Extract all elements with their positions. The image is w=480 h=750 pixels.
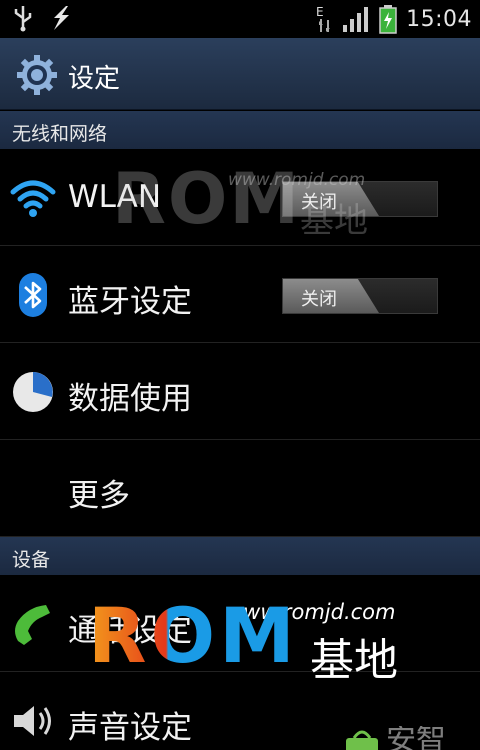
network-type-text: E xyxy=(316,5,324,19)
settings-item-data-usage[interactable]: 数据使用 xyxy=(0,343,480,440)
status-left xyxy=(12,4,74,32)
settings-item-more[interactable]: 更多 xyxy=(0,440,480,537)
data-usage-pie-icon xyxy=(13,372,53,412)
page-title: 设定 xyxy=(68,64,121,94)
section-header-label: 无线和网络 xyxy=(12,123,108,145)
settings-item-label: 声音设定 xyxy=(68,710,192,746)
section-header-wireless: 无线和网络 xyxy=(0,111,480,149)
wifi-icon xyxy=(10,180,56,217)
settings-item-label: 蓝牙设定 xyxy=(68,284,192,320)
gear-icon xyxy=(17,55,57,95)
settings-item-label: 更多 xyxy=(68,478,130,514)
settings-item-label: 数据使用 xyxy=(68,381,192,417)
signal-icon xyxy=(343,7,369,32)
status-right: E 15:04 xyxy=(314,4,472,34)
clock: 15:04 xyxy=(406,6,472,32)
battery-charging-icon xyxy=(379,5,397,34)
toggle-state-label: 关闭 xyxy=(301,289,337,310)
usb-debug-icon xyxy=(54,6,69,30)
settings-item-wlan[interactable]: WLAN 关闭 xyxy=(0,149,480,246)
toggle-state-label: 关闭 xyxy=(301,192,337,213)
wlan-toggle[interactable]: 关闭 xyxy=(282,181,438,217)
section-header-device: 设备 xyxy=(0,537,480,575)
settings-item-call[interactable]: 通话设定 xyxy=(0,575,480,672)
usb-icon xyxy=(14,6,32,32)
status-bar: E 15:04 xyxy=(0,0,480,38)
title-bar: 设定 xyxy=(0,38,480,110)
bluetooth-toggle[interactable]: 关闭 xyxy=(282,278,438,314)
settings-item-bluetooth[interactable]: 蓝牙设定 关闭 xyxy=(0,246,480,343)
bluetooth-icon xyxy=(19,273,47,317)
settings-item-label: WLAN xyxy=(68,179,162,215)
settings-item-sound[interactable]: 声音设定 xyxy=(0,672,480,750)
phone-handset-icon xyxy=(15,605,50,645)
settings-item-label: 通话设定 xyxy=(68,613,192,649)
section-header-label: 设备 xyxy=(12,549,51,571)
data-arrows-icon: E xyxy=(316,5,331,32)
speaker-icon xyxy=(14,706,51,736)
